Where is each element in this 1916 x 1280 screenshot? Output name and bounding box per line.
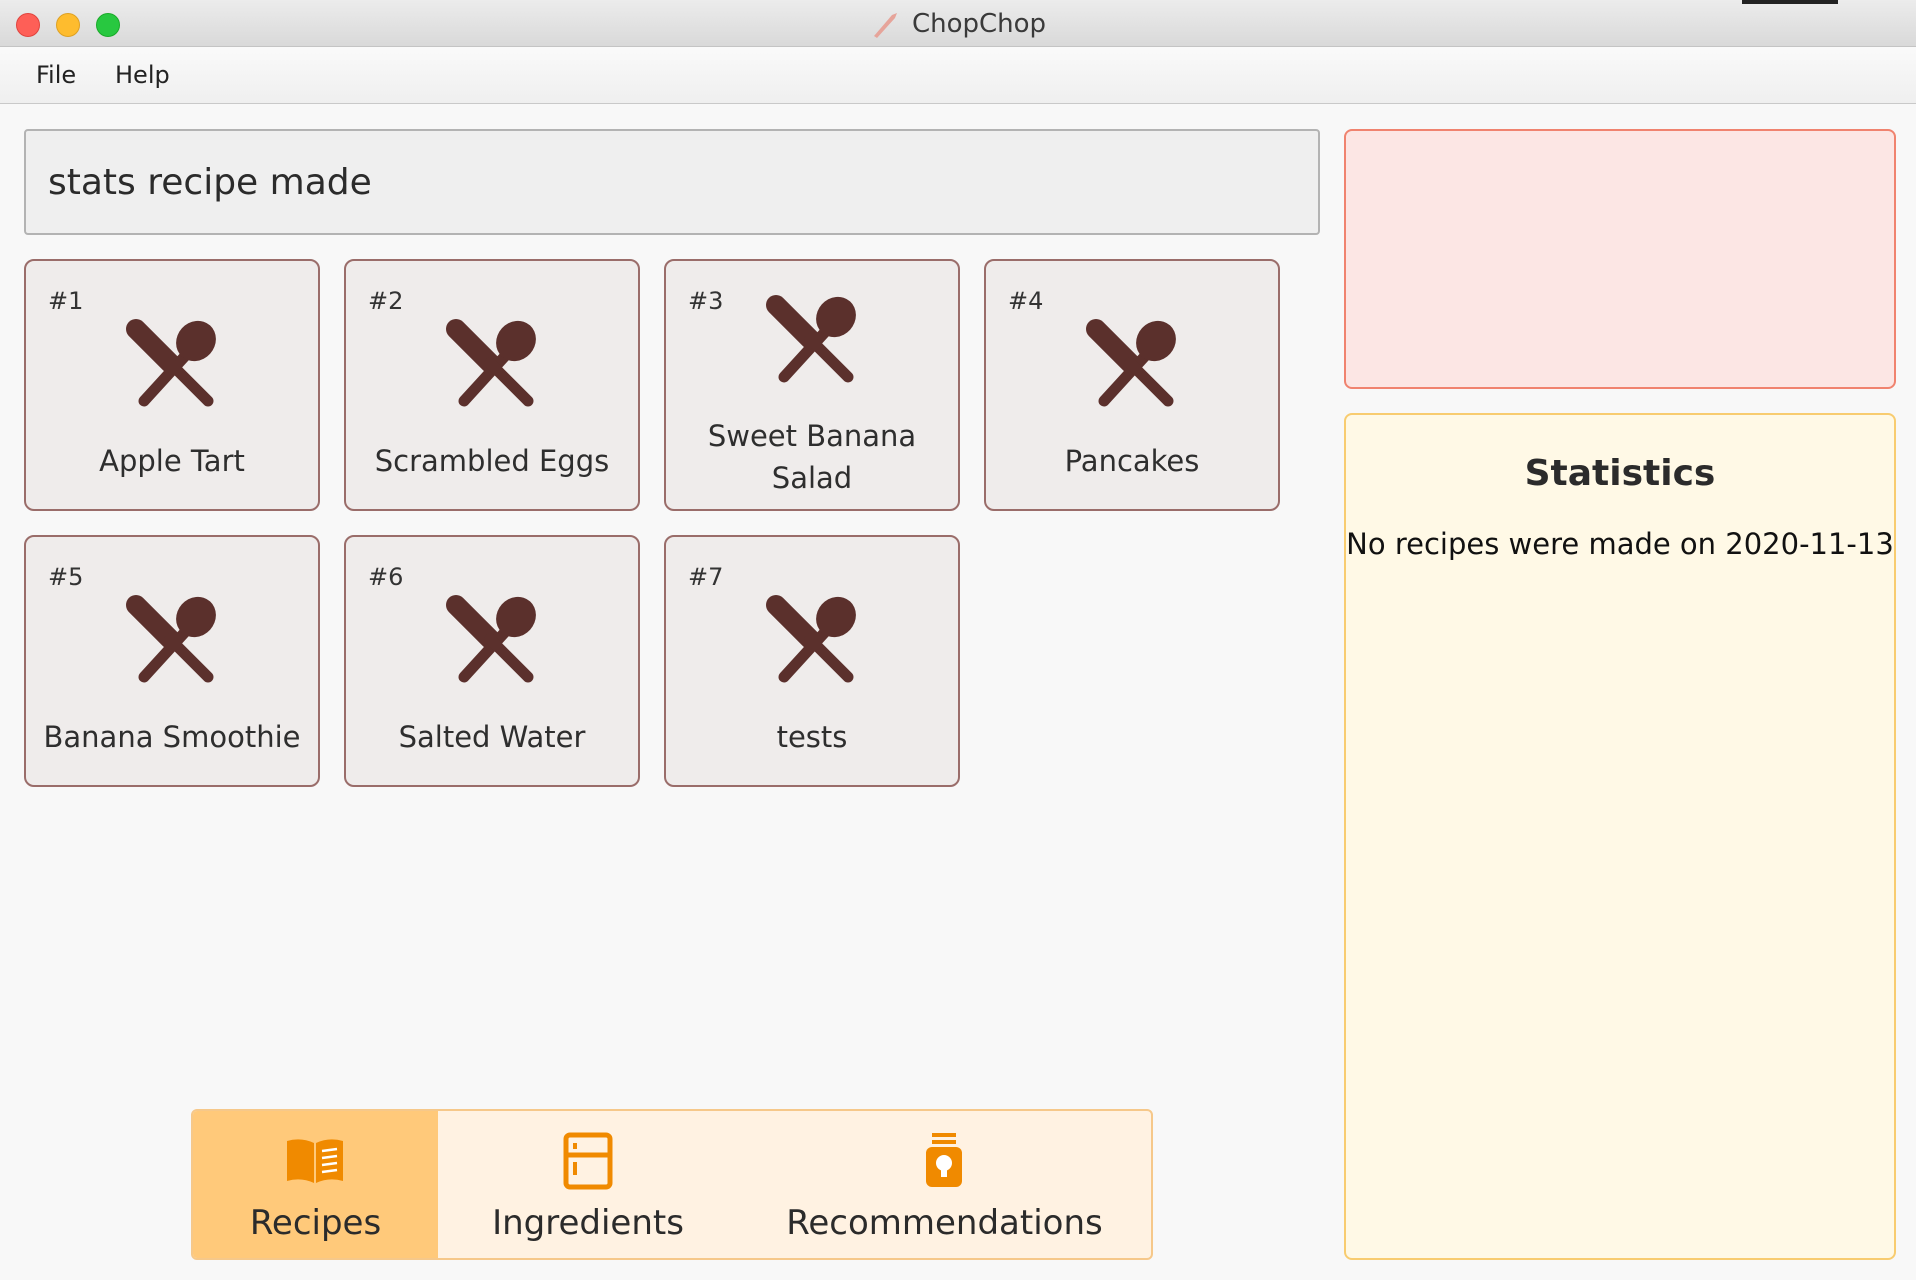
recipe-index: #7 [688,563,724,591]
cutlery-icon [446,595,536,683]
recipe-card[interactable]: #6 Salted Water [344,535,640,787]
cutlery-icon [126,595,216,683]
recipe-name: Pancakes [1064,444,1200,478]
tab-bar: Recipes Ingredients Recommendations [191,1109,1153,1260]
result-display [1344,129,1896,389]
tab-recommendations-label: Recommendations [786,1203,1103,1243]
tab-ingredients-label: Ingredients [492,1203,684,1243]
app-knife-icon [873,12,897,38]
recipe-name: Sweet Banana Salad [707,419,917,495]
menu-help[interactable]: Help [115,61,170,89]
menu-bar: File Help [0,47,1916,104]
recipe-card[interactable]: #5 Banana Smoothie [24,535,320,787]
recipe-card[interactable]: #7 tests [664,535,960,787]
tab-recipes-label: Recipes [249,1203,382,1243]
statistics-panel: Statistics No recipes were made on 2020-… [1344,413,1896,1260]
cutlery-icon [766,595,856,683]
recipe-name: Scrambled Eggs [374,444,610,478]
cutlery-icon [1086,319,1176,407]
recipe-name: Salted Water [398,720,586,754]
lightbulb-icon [926,1133,962,1187]
statistics-message: No recipes were made on 2020-11-13 [1346,527,1894,561]
recipe-index: #1 [48,287,84,315]
recipe-card[interactable]: #4 Pancakes [984,259,1280,511]
title-bar: ChopChop [0,0,1916,47]
statistics-title: Statistics [1524,453,1716,494]
recipe-name: Apple Tart [99,444,245,478]
cutlery-icon [446,319,536,407]
menu-file[interactable]: File [36,61,76,89]
tab-ingredients[interactable]: Ingredients [438,1111,738,1258]
recipe-name: Banana Smoothie [43,720,301,754]
tab-recommendations[interactable]: Recommendations [738,1111,1151,1258]
cutlery-icon [766,295,856,383]
recipe-index: #4 [1008,287,1044,315]
book-icon [287,1139,343,1183]
recipe-name: tests [776,720,848,754]
recipe-card[interactable]: #2 Scrambled Eggs [344,259,640,511]
recipe-index: #3 [688,287,724,315]
recipe-index: #6 [368,563,404,591]
fridge-icon [563,1132,613,1190]
recipe-index: #2 [368,287,404,315]
recipe-card[interactable]: #1 Apple Tart [24,259,320,511]
command-input[interactable]: stats recipe made [24,129,1320,235]
recipe-index: #5 [48,563,84,591]
recipe-card[interactable]: #3 Sweet Banana Salad [664,259,960,511]
window-title: ChopChop [911,8,1047,39]
tab-recipes[interactable]: Recipes [193,1111,438,1258]
window-title-wrap: ChopChop [0,0,1916,47]
cutlery-icon [126,319,216,407]
